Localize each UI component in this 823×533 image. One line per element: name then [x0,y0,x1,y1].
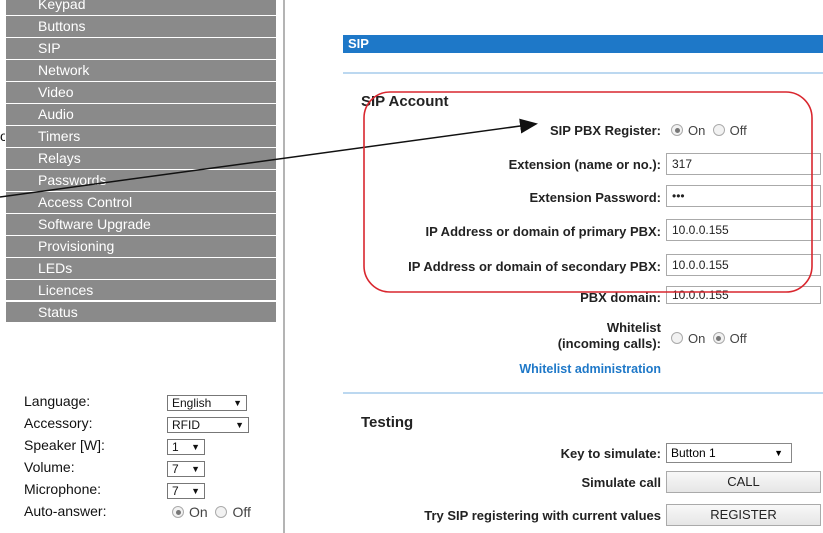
annotation-arrow [0,118,538,198]
annotation-overlay [0,91,813,293]
annotation-highlight-box [363,91,813,293]
